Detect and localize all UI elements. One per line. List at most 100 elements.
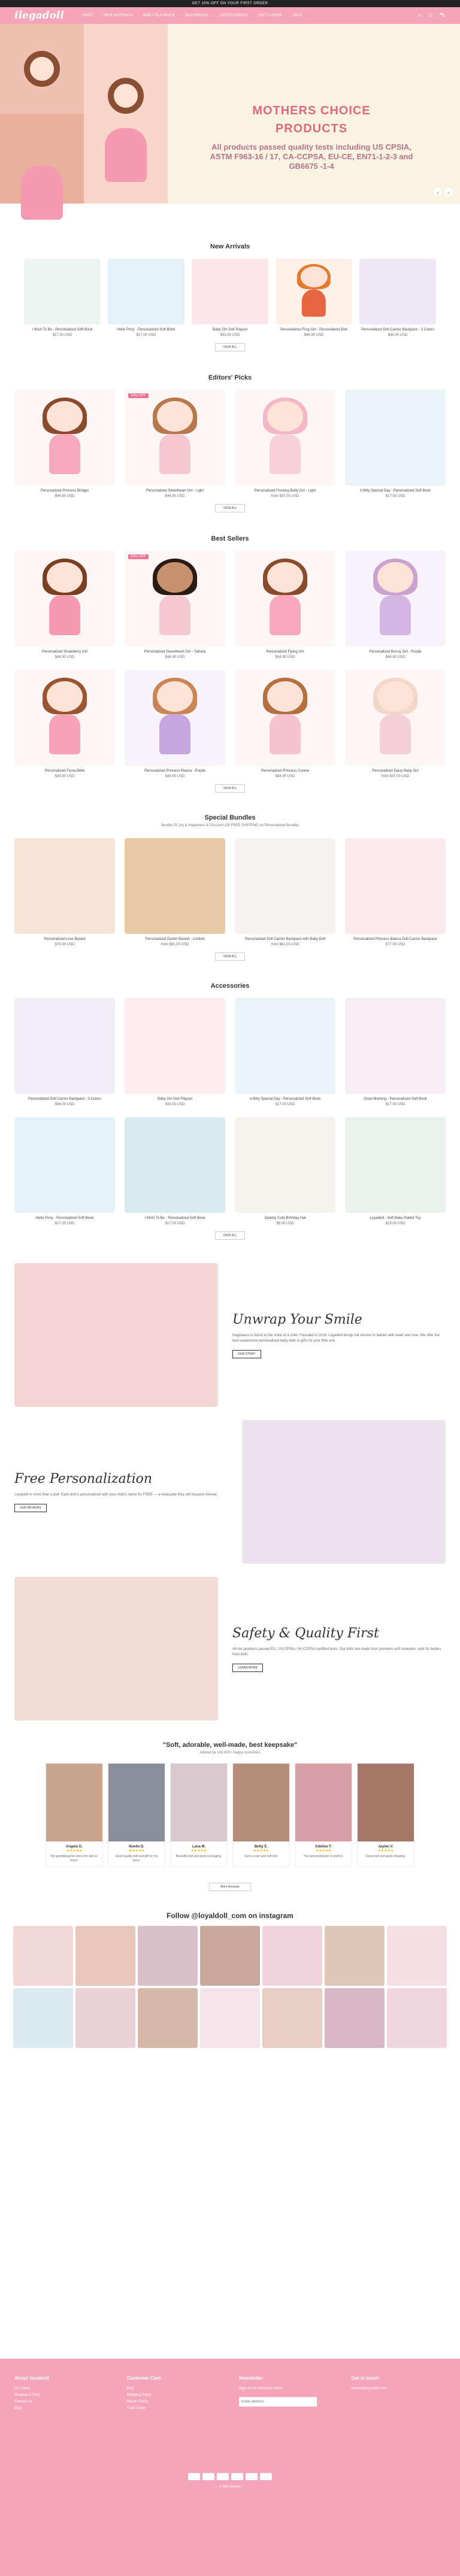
nav-item[interactable]: Sale	[293, 14, 303, 17]
view-all-button[interactable]: VIEW ALL	[215, 1231, 245, 1240]
logo[interactable]: ilegadoll	[14, 10, 64, 22]
more-reviews-button[interactable]: More Reviews	[209, 1883, 251, 1891]
product-image[interactable]	[276, 259, 352, 324]
product-image[interactable]	[235, 670, 335, 766]
product-name[interactable]: Personalized Daisy Baby Girl	[372, 769, 419, 773]
product-image[interactable]	[235, 551, 335, 647]
product-name[interactable]: Personalized Bunny Girl - Purple	[369, 650, 421, 654]
product-name[interactable]: Baby Girl Doll Playset	[213, 327, 247, 332]
footer-link[interactable]: Shipping Policy	[127, 2393, 222, 2397]
instagram-post[interactable]	[262, 1988, 322, 2048]
product-card[interactable]: Baby Girl Doll Playset $33.00 USD	[125, 998, 225, 1106]
product-card[interactable]: Personalized Doll Carrier Backpack - 3 C…	[359, 259, 436, 337]
chevron-left-icon[interactable]: ‹	[434, 188, 442, 196]
product-card[interactable]: Personalized Flying Girl $44.90 USD	[235, 551, 335, 659]
product-image[interactable]	[125, 1117, 225, 1213]
product-image[interactable]	[345, 838, 446, 934]
nav-item[interactable]: Shop	[82, 14, 93, 17]
product-name[interactable]: Loyaldoll - Soft Baby Rabbit Toy	[370, 1216, 421, 1221]
product-card[interactable]: Baby Girl Doll Playset $33.00 USD	[192, 259, 268, 337]
product-image[interactable]	[14, 1117, 115, 1213]
review-card[interactable]: Jaylen V. ★★★★★ Great doll and quick shipp…	[357, 1763, 414, 1867]
product-card[interactable]: Hello Pony - Personalized Soft Book $17.…	[14, 1117, 115, 1225]
instagram-post[interactable]	[13, 1926, 73, 1986]
product-name[interactable]: Personalized Doll Carrier Backpack with …	[245, 937, 325, 942]
footer-link[interactable]: Track Order	[127, 2407, 222, 2410]
review-card[interactable]: Lana M. ★★★★★ Beautiful doll and great pac…	[170, 1763, 228, 1867]
instagram-post[interactable]	[75, 1988, 135, 2048]
product-card[interactable]: Personalized Easter Basket - Limited fro…	[125, 838, 225, 946]
chevron-right-icon[interactable]: ›	[444, 188, 453, 196]
nav-item[interactable]: New Arrivals	[104, 14, 132, 17]
product-image[interactable]	[345, 551, 446, 647]
product-card[interactable]: I Wish To Be - Personalized Soft Book $1…	[24, 259, 101, 337]
product-card[interactable]: Good Morning - Personalized Soft Book $1…	[345, 998, 446, 1106]
product-card[interactable]: Hello Pony - Personalized Soft Book $17.…	[108, 259, 184, 337]
product-card[interactable]: Loyaldoll - Soft Baby Rabbit Toy $23.00 …	[345, 1117, 446, 1225]
product-image[interactable]	[235, 998, 335, 1094]
product-image[interactable]	[125, 838, 225, 934]
cart-icon[interactable]: ⛍	[440, 12, 446, 20]
product-name[interactable]: I Wish To Be - Personalized Soft Book	[144, 1216, 205, 1221]
product-image[interactable]	[235, 390, 335, 486]
view-all-button[interactable]: VIEW ALL	[215, 784, 245, 793]
nav-item[interactable]: Baby Playmats	[143, 14, 175, 17]
instagram-post[interactable]	[325, 1926, 385, 1986]
footer-link[interactable]: Reviews & FAQ	[14, 2393, 109, 2397]
nav-item[interactable]: Backpacks	[186, 14, 209, 17]
product-card[interactable]: Personalized Bunny Girl - Purple $44.90 …	[345, 551, 446, 659]
search-icon[interactable]: ⌕	[418, 12, 422, 20]
our-story-button[interactable]: OUR STORY	[232, 1349, 261, 1358]
product-card[interactable]: Sparkly Cute Birthday Hat $9.00 USD	[235, 1117, 335, 1225]
product-name[interactable]: Personalized Frog Girl - Personalized Do…	[280, 327, 347, 332]
product-image[interactable]	[125, 998, 225, 1094]
footer-link[interactable]: Return Policy	[127, 2400, 222, 2404]
instagram-post[interactable]	[138, 1926, 198, 1986]
product-image[interactable]	[14, 998, 115, 1094]
product-card[interactable]: I Wish To Be - Personalized Soft Book $1…	[125, 1117, 225, 1225]
our-reviews-button[interactable]: OUR REVIEWS	[14, 1504, 47, 1512]
product-name[interactable]: Baby Girl Doll Playset	[158, 1097, 192, 1102]
product-name[interactable]: Hello Pony - Personalized Soft Book	[117, 327, 175, 332]
product-name[interactable]: Personalized Doll Carrier Backpack - 3 C…	[28, 1097, 101, 1102]
view-all-button[interactable]: VIEW ALL	[215, 504, 245, 512]
review-card[interactable]: Angela G. ★★★★★ My granddaughter loves her…	[46, 1763, 103, 1867]
product-card[interactable]: Personalized Princess Bianca - Purple $4…	[125, 670, 225, 778]
product-card[interactable]: 20% OFF Personalized Sweetheart Girl - S…	[125, 551, 225, 659]
product-card[interactable]: Personalized Fiona Belle $44.90 USD	[14, 670, 115, 778]
footer-link[interactable]: Blog	[14, 2407, 109, 2410]
product-image[interactable]	[192, 259, 268, 324]
product-name[interactable]: Personalized Strawberry Girl	[42, 650, 87, 654]
view-all-button[interactable]: VIEW ALL	[215, 343, 245, 351]
product-image[interactable]	[14, 670, 115, 766]
instagram-post[interactable]	[387, 1988, 447, 2048]
product-name[interactable]: Personalized Easter Basket - Limited	[146, 937, 204, 942]
product-name[interactable]: Personalized Fiona Belle	[45, 769, 84, 773]
product-card[interactable]: Personalized Daisy Baby Girl from $37.00…	[345, 670, 446, 778]
footer-link[interactable]: Our Story	[14, 2387, 109, 2390]
product-name[interactable]: Personalized Love Basket	[44, 937, 85, 942]
footer-link[interactable]: FAQ	[127, 2387, 222, 2390]
product-name[interactable]: Personalized Princess Connie	[261, 769, 309, 773]
product-card[interactable]: Personalized Princess Bianca Doll Carrie…	[345, 838, 446, 946]
instagram-post[interactable]	[13, 1988, 73, 2048]
product-card[interactable]: Personalized Love Basket $73.00 USD	[14, 838, 115, 946]
product-name[interactable]: Personalized Princess Bianca Doll Carrie…	[353, 937, 437, 942]
product-card[interactable]: Personalized Doll Carrier Backpack - 3 C…	[14, 998, 115, 1106]
product-image[interactable]	[235, 1117, 335, 1213]
product-image[interactable]	[14, 390, 115, 486]
product-image[interactable]	[14, 551, 115, 647]
product-card[interactable]: A Bitty Special Day - Personalized Soft …	[345, 390, 446, 498]
instagram-post[interactable]	[200, 1926, 260, 1986]
footer-link[interactable]: Contact Us	[14, 2400, 109, 2404]
product-name[interactable]: Personalized Sweetheart Girl - Light	[146, 489, 204, 493]
review-card[interactable]: Betty E. ★★★★★ Such a cute and soft doll.	[232, 1763, 290, 1867]
product-image[interactable]	[345, 670, 446, 766]
product-name[interactable]: Hello Pony - Personalized Soft Book	[36, 1216, 94, 1221]
product-image[interactable]	[14, 838, 115, 934]
product-card[interactable]: Personalized Doll Carrier Backpack with …	[235, 838, 335, 946]
product-card[interactable]: A Bitty Special Day - Personalized Soft …	[235, 998, 335, 1106]
product-name[interactable]: Personalized Doll Carrier Backpack - 3 C…	[361, 327, 434, 332]
product-image[interactable]	[345, 1117, 446, 1213]
instagram-post[interactable]	[325, 1988, 385, 2048]
